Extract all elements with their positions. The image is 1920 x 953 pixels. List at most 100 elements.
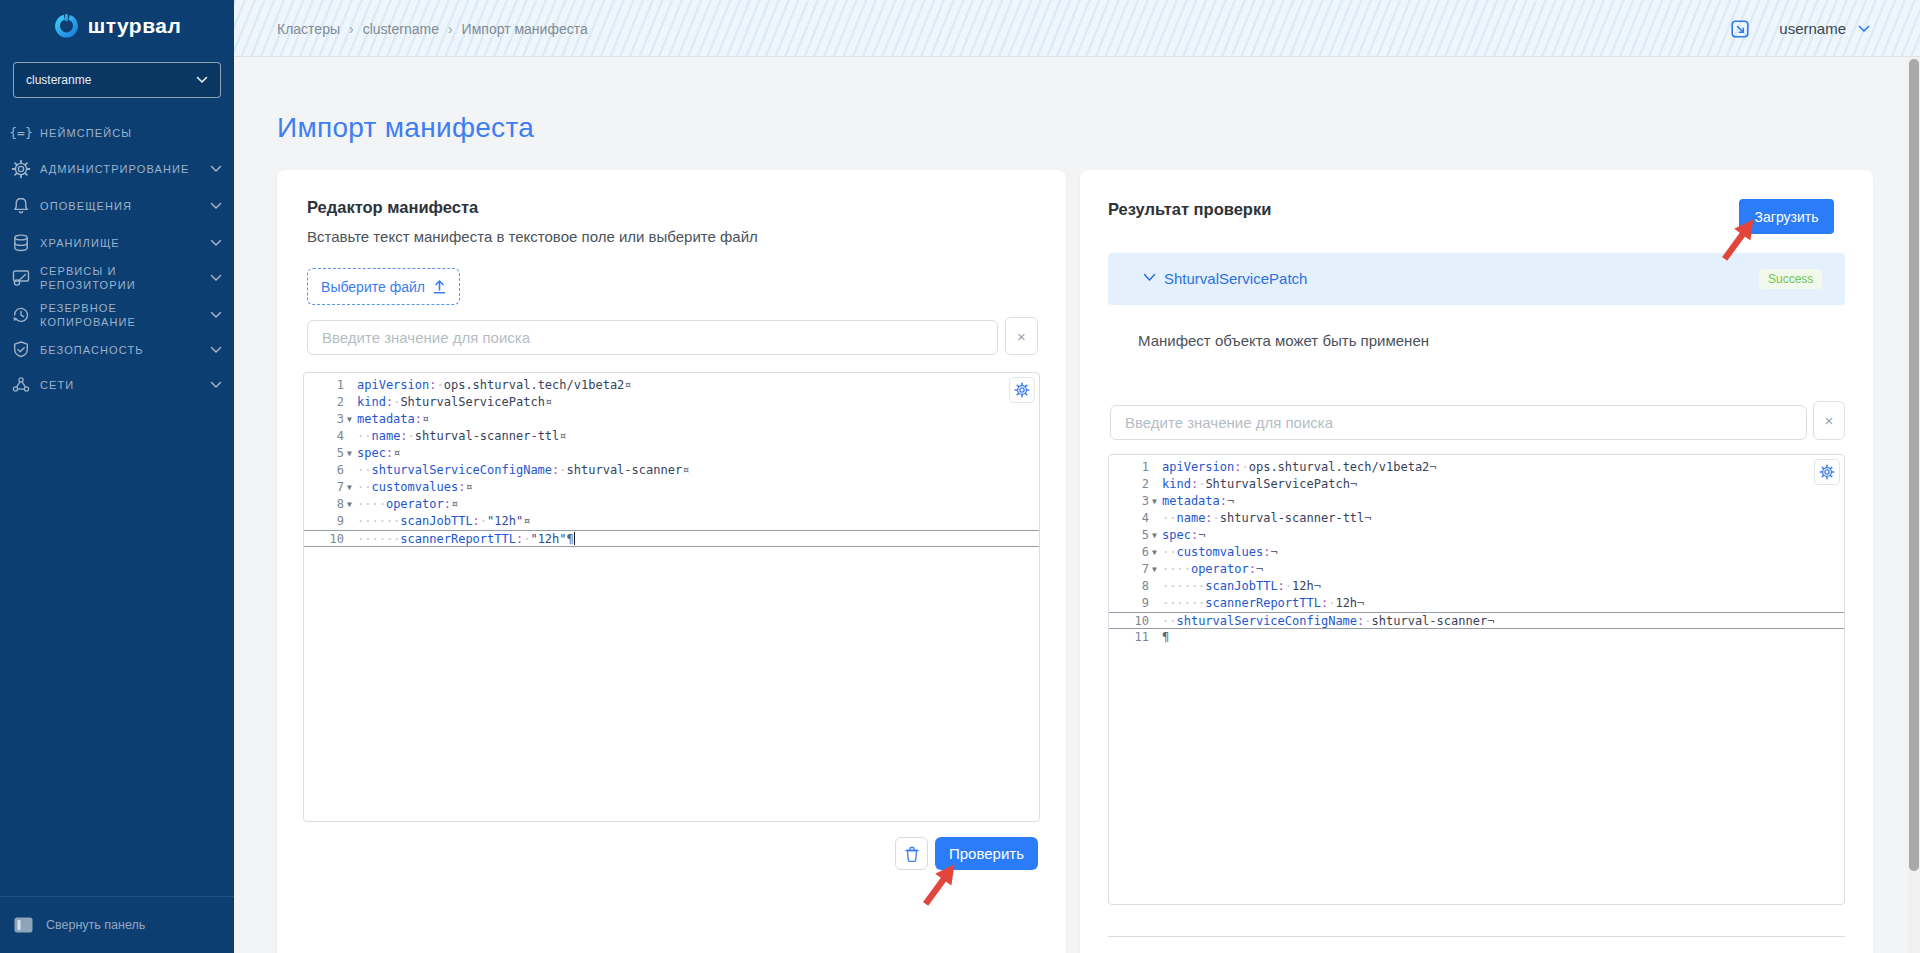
- footer-divider: [1108, 936, 1845, 937]
- code-line: 3▼metadata:¤: [304, 411, 1039, 428]
- choose-file-label: Выберите файл: [321, 279, 425, 295]
- user-menu-chevron-icon[interactable]: [1858, 25, 1870, 33]
- editor-hint: Вставьте текст манифеста в текстовое пол…: [307, 228, 758, 245]
- result-search-input[interactable]: Введите значение для поиска: [1110, 405, 1807, 440]
- annotation-arrow-upload: [1713, 210, 1765, 268]
- code-line: 9······scanJobTTL:·"12h"¤: [304, 513, 1039, 530]
- breadcrumb-separator: ›: [349, 21, 354, 37]
- sidebar-item-label: СЕРВИСЫ И РЕПОЗИТОРИИ: [40, 264, 210, 292]
- backup-icon: [10, 304, 32, 326]
- choose-file-button[interactable]: Выберите файл: [307, 268, 460, 305]
- breadcrumb-item: Импорт манифеста: [462, 21, 588, 37]
- collapse-panel-icon: [14, 917, 33, 933]
- manifest-editor-card: Редактор манифеста Вставьте текст манифе…: [277, 170, 1066, 953]
- code-line: 10······scannerReportTTL:·"12h"¶: [304, 530, 1039, 547]
- header: Кластеры › clustername › Импорт манифеста us…: [234, 0, 1920, 57]
- code-line: 5▼spec:¤: [304, 445, 1039, 462]
- sidebar-item-bell[interactable]: ОПОВЕЩЕНИЯ: [0, 193, 234, 219]
- sidebar-item-label: ОПОВЕЩЕНИЯ: [40, 199, 210, 213]
- sidebar-item-label: СЕТИ: [40, 378, 210, 392]
- chevron-down-icon: [210, 346, 222, 354]
- breadcrumb-item[interactable]: Кластеры: [277, 21, 340, 37]
- namespaces-icon: {=}: [10, 122, 32, 144]
- code-line: 2kind:·ShturvalServicePatch¬: [1109, 476, 1844, 493]
- sidebar-item-label: РЕЗЕРВНОЕ КОПИРОВАНИЕ: [40, 301, 210, 329]
- cluster-select[interactable]: clusteranme: [13, 62, 221, 98]
- scrollbar[interactable]: [1908, 57, 1920, 953]
- code-line: 6▼··customvalues:¬: [1109, 544, 1844, 561]
- logo-icon: [53, 12, 80, 39]
- result-editor-settings-button[interactable]: [1814, 459, 1840, 485]
- logo: штурвал: [0, 12, 234, 39]
- code-line: 9······scannerReportTTL:·12h¬: [1109, 595, 1844, 612]
- breadcrumb-item[interactable]: clustername: [363, 21, 439, 37]
- sidebar: штурвал clusteranme {=} НЕЙМСПЕЙСЫ АДМИНИС…: [0, 0, 234, 953]
- svg-text:{=}: {=}: [10, 125, 32, 140]
- collapse-panel-label: Свернуть панель: [46, 918, 145, 932]
- chevron-down-icon: [210, 311, 222, 319]
- code-line: 2kind:·ShturvalServicePatch¤: [304, 394, 1039, 411]
- result-card-title: Результат проверки: [1108, 200, 1271, 219]
- code-line: 11¶: [1109, 629, 1844, 646]
- collapse-chevron-icon[interactable]: [1143, 273, 1156, 282]
- editor-search-placeholder: Введите значение для поиска: [322, 329, 530, 346]
- editor-settings-button[interactable]: [1009, 377, 1035, 403]
- result-editor[interactable]: 1apiVersion:·ops.shturval.tech/v1beta2¬2…: [1108, 454, 1845, 905]
- code-line: 1apiVersion:·ops.shturval.tech/v1beta2¤: [304, 377, 1039, 394]
- exit-fullscreen-icon[interactable]: [1729, 18, 1751, 40]
- network-icon: [10, 374, 32, 396]
- code-line: 6··shturvalServiceConfigName:·shturval-s…: [304, 462, 1039, 479]
- sidebar-item-label: БЕЗОПАСНОСТЬ: [40, 343, 210, 357]
- bell-icon: [10, 195, 32, 217]
- page-title: Импорт манифеста: [277, 112, 534, 144]
- chevron-down-icon: [210, 239, 222, 247]
- chevron-down-icon: [210, 381, 222, 389]
- breadcrumb-separator: ›: [448, 21, 453, 37]
- chevron-down-icon: [210, 274, 222, 282]
- code-line: 10··shturvalServiceConfigName:·shturval-…: [1109, 612, 1844, 629]
- result-message: Манифест объекта может быть применен: [1138, 332, 1429, 349]
- editor-search-clear-button[interactable]: ×: [1005, 317, 1038, 355]
- code-line: 8······scanJobTTL:·12h¬: [1109, 578, 1844, 595]
- code-line: 4··name:·shturval-scanner-ttl¬: [1109, 510, 1844, 527]
- sidebar-item-namespaces[interactable]: {=} НЕЙМСПЕЙСЫ: [0, 120, 234, 146]
- sidebar-item-gear[interactable]: АДМИНИСТРИРОВАНИЕ: [0, 156, 234, 182]
- services-icon: [10, 267, 32, 289]
- annotation-arrow-check: [914, 855, 966, 913]
- result-search-placeholder: Введите значение для поиска: [1125, 414, 1333, 431]
- scrollbar-thumb[interactable]: [1909, 59, 1919, 871]
- gear-icon: [1819, 464, 1835, 480]
- code-line: 7▼··customvalues:¤: [304, 479, 1039, 496]
- sidebar-item-backup[interactable]: РЕЗЕРВНОЕ КОПИРОВАНИЕ: [0, 301, 234, 329]
- sidebar-item-database[interactable]: ХРАНИЛИЩЕ: [0, 230, 234, 256]
- collapse-panel-button[interactable]: Свернуть панель: [0, 896, 234, 953]
- manifest-editor[interactable]: 1apiVersion:·ops.shturval.tech/v1beta2¤2…: [303, 372, 1040, 822]
- result-search-clear-button[interactable]: ×: [1813, 401, 1845, 440]
- code-line: 5▼spec:¬: [1109, 527, 1844, 544]
- sidebar-item-label: ХРАНИЛИЩЕ: [40, 236, 210, 250]
- code-line: 4··name:·shturval-scanner-ttl¤: [304, 428, 1039, 445]
- database-icon: [10, 232, 32, 254]
- check-result-card: Результат проверки Загрузить ShturvalSer…: [1080, 170, 1873, 953]
- chevron-down-icon: [210, 165, 222, 173]
- chevron-down-icon: [210, 202, 222, 210]
- gear-icon: [10, 158, 32, 180]
- cluster-select-value: clusteranme: [26, 73, 196, 87]
- result-object-kind[interactable]: ShturvalServicePatch: [1164, 270, 1307, 287]
- status-badge: Success: [1759, 269, 1822, 289]
- sidebar-item-label: НЕЙМСПЕЙСЫ: [40, 126, 222, 140]
- code-line: 3▼metadata:¬: [1109, 493, 1844, 510]
- code-line: 8▼····operator:¤: [304, 496, 1039, 513]
- sidebar-item-shield[interactable]: БЕЗОПАСНОСТЬ: [0, 337, 234, 363]
- main-content: Импорт манифеста Редактор манифеста Вста…: [234, 57, 1920, 953]
- chevron-down-icon: [196, 76, 208, 84]
- sidebar-item-network[interactable]: СЕТИ: [0, 372, 234, 398]
- code-line: 7▼····operator:¬: [1109, 561, 1844, 578]
- editor-search-input[interactable]: Введите значение для поиска: [307, 320, 998, 355]
- sidebar-item-services[interactable]: СЕРВИСЫ И РЕПОЗИТОРИИ: [0, 264, 234, 292]
- gear-icon: [1014, 382, 1030, 398]
- editor-card-title: Редактор манифеста: [307, 198, 478, 217]
- code-line: 1apiVersion:·ops.shturval.tech/v1beta2¬: [1109, 459, 1844, 476]
- shield-icon: [10, 339, 32, 361]
- username[interactable]: username: [1779, 20, 1846, 37]
